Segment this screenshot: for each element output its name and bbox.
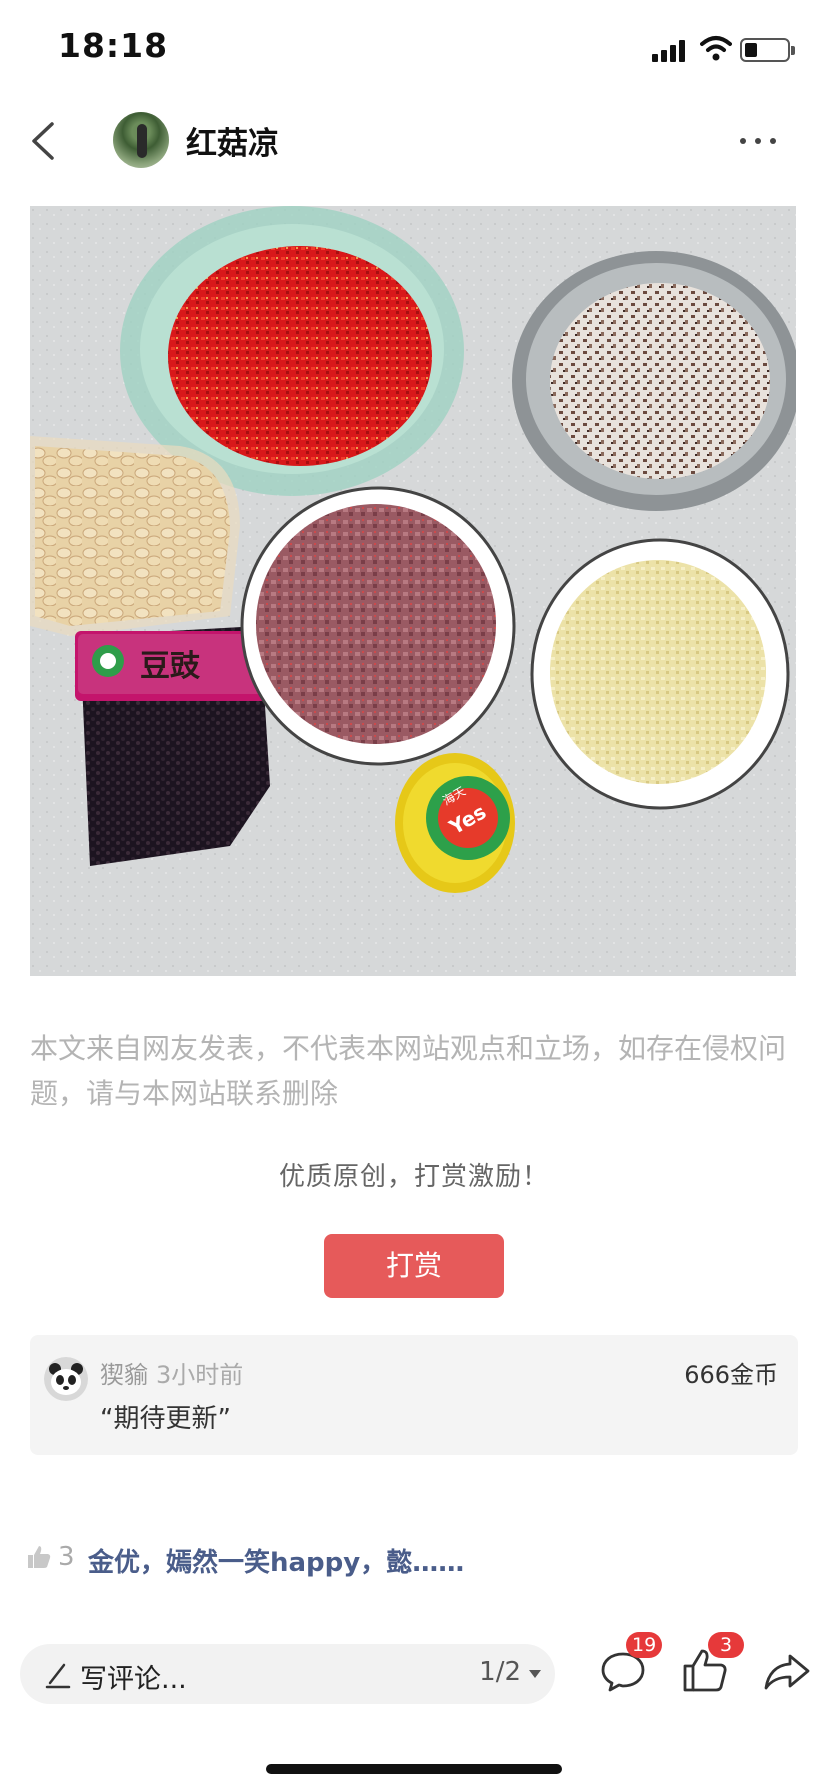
home-indicator[interactable] xyxy=(266,1764,562,1774)
caret-down-icon[interactable] xyxy=(529,1670,541,1678)
reward-button[interactable]: 打赏 xyxy=(324,1234,504,1298)
comment-count-badge: 19 xyxy=(626,1632,663,1658)
author-avatar[interactable] xyxy=(113,112,169,168)
like-button[interactable]: 3 xyxy=(680,1632,744,1696)
wifi-icon xyxy=(700,36,732,61)
tip-username[interactable]: 猰貐 xyxy=(100,1361,148,1389)
tip-message: “期待更新” xyxy=(100,1404,231,1434)
share-button[interactable] xyxy=(762,1646,812,1696)
panda-avatar-icon[interactable] xyxy=(44,1357,88,1401)
post-photo[interactable]: 豆豉 Yes 海天 xyxy=(30,206,796,976)
share-icon xyxy=(764,1654,810,1690)
tip-card: 猰貐 3小时前 666金币 “期待更新” xyxy=(30,1335,798,1455)
status-time: 18:18 xyxy=(58,26,169,65)
comment-input[interactable]: 写评论... 1/2 xyxy=(20,1644,555,1704)
disclaimer-text: 本文来自网友发表，不代表本网站观点和立场，如存在侵权问题，请与本网站联系删除 xyxy=(30,1032,787,1110)
tip-time: 3小时前 xyxy=(156,1361,244,1389)
post-header: 红菇凉 xyxy=(0,100,828,200)
tip-amount: 666金币 xyxy=(684,1361,778,1389)
bottom-action-bar: 写评论... 1/2 19 3 xyxy=(0,1632,828,1726)
author-name[interactable]: 红菇凉 xyxy=(186,118,279,163)
like-count-badge: 3 xyxy=(708,1632,744,1658)
more-options-button[interactable] xyxy=(736,130,780,150)
comment-placeholder: 写评论... xyxy=(80,1664,187,1695)
reward-prompt: 优质原创，打赏激励！ xyxy=(278,1162,549,1192)
pen-icon xyxy=(45,1663,71,1689)
back-button[interactable] xyxy=(24,118,64,164)
likes-count: 3 xyxy=(58,1542,75,1572)
likes-names-link[interactable]: 金优，嫣然一笑happy，懿…… xyxy=(88,1542,464,1579)
signal-icon xyxy=(652,38,688,62)
status-bar: 18:18 xyxy=(0,0,828,100)
page-indicator[interactable]: 1/2 xyxy=(479,1657,521,1687)
package-label: 豆豉 xyxy=(140,649,201,684)
tip-user-line: 猰貐 3小时前 xyxy=(100,1355,243,1390)
battery-icon xyxy=(740,38,795,62)
comment-button[interactable]: 19 xyxy=(598,1632,663,1696)
thumbs-up-small-icon xyxy=(28,1546,51,1568)
